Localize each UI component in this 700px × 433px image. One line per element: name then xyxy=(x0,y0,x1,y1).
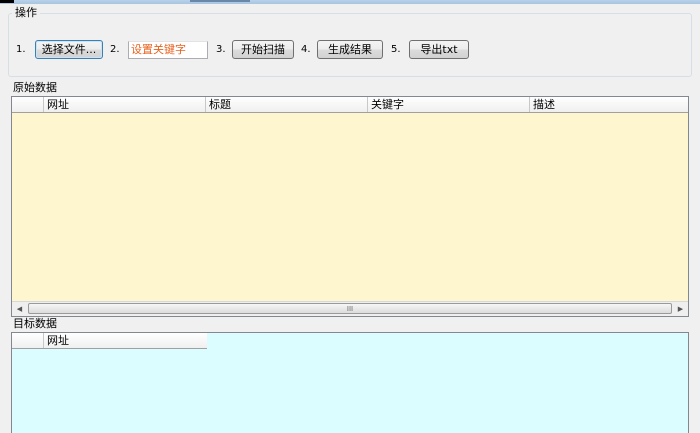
source-grid-body[interactable] xyxy=(12,113,688,301)
generate-result-button[interactable]: 生成结果 xyxy=(317,40,383,59)
keyword-input[interactable]: 设置关键字 xyxy=(128,41,208,59)
operations-group-title: 操作 xyxy=(12,6,40,20)
app-icon xyxy=(0,0,14,3)
step-1-number: 1. xyxy=(16,44,26,55)
column-header-url[interactable]: 网址 xyxy=(44,333,207,348)
column-header-url[interactable]: 网址 xyxy=(44,97,206,112)
left-arrow-icon[interactable]: ◀ xyxy=(12,302,27,316)
target-data-label: 目标数据 xyxy=(13,317,57,330)
target-grid-header: 网址 xyxy=(12,333,207,349)
window-title-fragment xyxy=(190,0,250,2)
column-header-title[interactable]: 标题 xyxy=(206,97,368,112)
export-txt-button[interactable]: 导出txt xyxy=(409,40,469,59)
select-file-button[interactable]: 选择文件... xyxy=(35,40,103,59)
step-2-number: 2. xyxy=(110,44,120,55)
source-grid-header: 网址 标题 关键字 描述 xyxy=(12,97,688,113)
source-horizontal-scrollbar[interactable]: ◀ III ▶ xyxy=(12,301,688,316)
step-3-number: 3. xyxy=(216,44,226,55)
step-5-number: 5. xyxy=(391,44,401,55)
source-data-label: 原始数据 xyxy=(13,81,57,94)
column-header-keywords[interactable]: 关键字 xyxy=(368,97,530,112)
column-header-description[interactable]: 描述 xyxy=(530,97,688,112)
right-arrow-icon[interactable]: ▶ xyxy=(673,302,688,316)
window-titlebar xyxy=(0,0,700,4)
row-header-corner xyxy=(12,333,44,348)
row-header-corner xyxy=(12,97,44,112)
target-data-grid[interactable]: 网址 xyxy=(11,332,689,433)
scroll-grip: III xyxy=(346,305,354,313)
source-data-grid[interactable]: 网址 标题 关键字 描述 ◀ III ▶ xyxy=(11,96,689,317)
start-scan-button[interactable]: 开始扫描 xyxy=(232,40,294,59)
scroll-thumb[interactable]: III xyxy=(28,303,672,314)
step-4-number: 4. xyxy=(301,44,311,55)
